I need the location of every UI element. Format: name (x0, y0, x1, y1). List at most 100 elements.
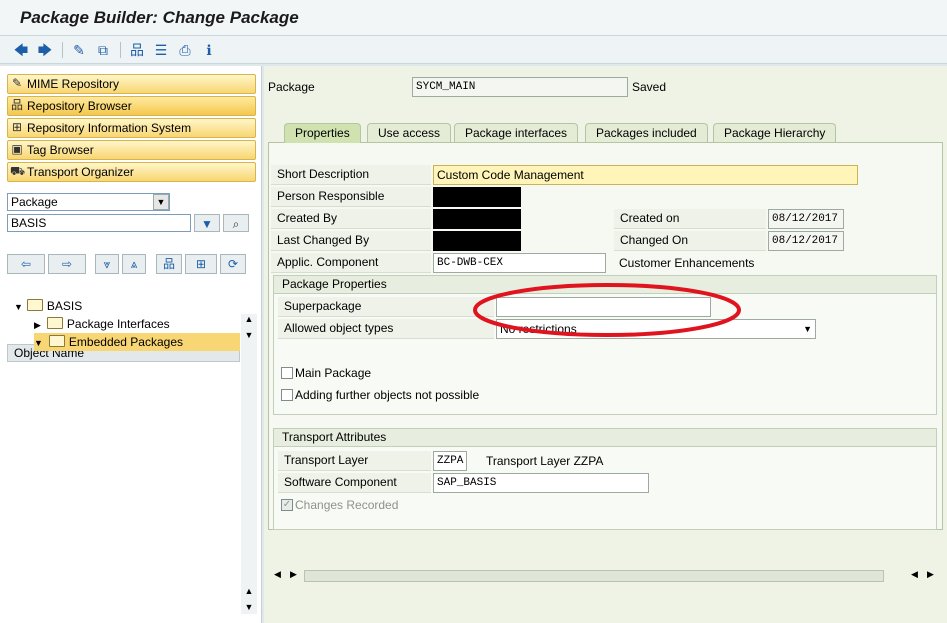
last-changed-by-field[interactable] (433, 231, 521, 251)
software-component-field[interactable]: SAP_BASIS (433, 473, 649, 493)
adding-objects-checkbox[interactable] (281, 389, 293, 401)
applic-component-description: Customer Enhancements (619, 256, 755, 270)
object-name-value: BASIS (11, 216, 47, 230)
scroll-down-icon[interactable]: ▼ (241, 602, 257, 612)
nav-label: Tag Browser (27, 143, 94, 157)
group-title: Transport Attributes (274, 429, 936, 447)
scroll-up-icon[interactable]: ▲ (241, 314, 257, 324)
transport-layer-field[interactable]: ZZPA (433, 451, 467, 471)
horizontal-scrollbar[interactable]: ◀ ▶ ◀ ▶ (268, 566, 943, 586)
nav-mime-repository[interactable]: ✎ MIME Repository (7, 74, 256, 94)
folder-icon (46, 317, 63, 329)
tree-vertical-scrollbar[interactable]: ▲ ▼ ▲ ▼ (241, 314, 257, 614)
nav-label: Repository Browser (27, 99, 132, 113)
other-object-icon[interactable]: ⧉ (94, 42, 112, 58)
annotation-ellipse-shape (473, 283, 741, 337)
changed-on-label: Changed On (614, 231, 766, 251)
folder-open-icon (48, 335, 65, 347)
scroll-down-icon[interactable]: ▼ (241, 330, 257, 340)
list-icon[interactable]: ☰ (152, 42, 170, 58)
package-status: Saved (632, 80, 667, 94)
refresh-icon[interactable]: ⟳ (220, 254, 246, 274)
changes-recorded-checkbox: ✓ (281, 499, 293, 511)
hierarchy-icon[interactable]: 品 (156, 254, 182, 274)
object-type-value: Package (11, 195, 58, 209)
display-settings-icon[interactable]: ⊞ (185, 254, 217, 274)
nav-repository-information-system[interactable]: ⊞ Repository Information System (7, 118, 256, 138)
scroll-up-icon[interactable]: ▲ (241, 586, 257, 596)
person-responsible-label: Person Responsible (271, 187, 431, 207)
tab-package-hierarchy[interactable]: Package Hierarchy (713, 123, 837, 143)
chevron-down-icon[interactable]: ▼ (153, 194, 169, 210)
toolbar-separator (62, 42, 63, 58)
tree-node-package-interfaces[interactable]: ▶ Package Interfaces (34, 315, 170, 333)
main-package-label: Main Package (295, 366, 372, 380)
tab-packages-included[interactable]: Packages included (585, 123, 708, 143)
info-icon[interactable]: ℹ (200, 42, 218, 58)
object-type-select[interactable]: Package ▼ (7, 193, 170, 211)
applic-component-field[interactable]: BC-DWB-CEX (433, 253, 606, 273)
nav-label: Repository Information System (27, 121, 192, 135)
allowed-object-types-label: Allowed object types (278, 319, 494, 339)
scroll-right-icon[interactable]: ▶ (927, 569, 934, 580)
created-on-field[interactable]: 08/12/2017 (768, 209, 844, 229)
applic-component-label: Applic. Component (271, 253, 431, 273)
triangle-right-icon[interactable]: ▶ (34, 320, 41, 330)
tree-node-embedded-packages[interactable]: ▼ Embedded Packages (34, 333, 240, 351)
tab-package-interfaces[interactable]: Package interfaces (454, 123, 579, 143)
adding-objects-label: Adding further objects not possible (295, 388, 480, 402)
nav-label: Transport Organizer (27, 165, 134, 179)
package-field[interactable]: SYCM_MAIN (412, 77, 628, 97)
changes-recorded-label: Changes Recorded (295, 498, 399, 512)
back-arrow-icon[interactable]: 🡄 (12, 42, 30, 58)
scroll-right-icon[interactable]: ▶ (290, 569, 297, 580)
annotation-ellipse (473, 283, 741, 337)
scroll-left-icon[interactable]: ◀ (911, 569, 918, 580)
triangle-down-icon[interactable]: ▼ (34, 338, 43, 348)
transport-layer-label: Transport Layer (278, 451, 431, 471)
nav-repository-browser[interactable]: 品 Repository Browser (7, 96, 256, 116)
package-label: Package (268, 80, 315, 94)
tab-properties[interactable]: Properties (284, 123, 361, 143)
created-by-field[interactable] (433, 209, 521, 229)
tag-icon: ▣ (11, 142, 23, 156)
created-by-label: Created By (271, 209, 431, 229)
changed-on-field[interactable]: 08/12/2017 (768, 231, 844, 251)
nav-label: MIME Repository (27, 77, 120, 91)
display-glasses-icon[interactable]: ⌕ (223, 214, 249, 232)
software-component-label: Software Component (278, 473, 431, 493)
tree-node-basis[interactable]: ▼ BASIS (14, 297, 82, 315)
expand-subtree-icon[interactable]: ⩔ (95, 254, 119, 274)
triangle-down-icon[interactable]: ▼ (14, 302, 23, 312)
collapse-subtree-icon[interactable]: ⩓ (122, 254, 146, 274)
object-name-dropdown-button[interactable]: ▼ (194, 214, 220, 232)
forward-arrow-icon[interactable]: 🡆 (36, 42, 54, 58)
printer-icon[interactable]: ⎙ (176, 42, 194, 58)
folder-open-icon (26, 299, 43, 311)
toolbar-separator (120, 42, 121, 58)
forward-nav-button[interactable]: ⇨ (48, 254, 86, 274)
title-bar: Package Builder: Change Package (0, 0, 947, 36)
hierarchy-icon[interactable]: 品 (128, 42, 146, 58)
scroll-thumb[interactable] (304, 570, 884, 582)
truck-icon: ⛟ (10, 164, 26, 178)
last-changed-by-label: Last Changed By (271, 231, 431, 251)
superpackage-label: Superpackage (278, 297, 494, 317)
edit-pencil-icon[interactable]: ✎ (70, 42, 88, 58)
created-on-label: Created on (614, 209, 766, 229)
person-responsible-field[interactable] (433, 187, 521, 207)
tree-node-label: Embedded Packages (68, 335, 183, 349)
back-nav-button[interactable]: ⇦ (7, 254, 45, 274)
chevron-down-icon[interactable]: ▼ (803, 320, 812, 338)
nav-transport-organizer[interactable]: ⛟ Transport Organizer (7, 162, 256, 182)
window-title: Package Builder: Change Package (20, 8, 299, 27)
scroll-left-icon[interactable]: ◀ (274, 569, 281, 580)
tree-node-label: Package Interfaces (66, 317, 170, 331)
short-description-field[interactable]: Custom Code Management (433, 165, 858, 185)
main-package-checkbox[interactable] (281, 367, 293, 379)
tree-node-label: BASIS (46, 299, 83, 313)
object-name-input[interactable]: BASIS (7, 214, 191, 232)
nav-tag-browser[interactable]: ▣ Tag Browser (7, 140, 256, 160)
short-description-label: Short Description (271, 165, 431, 185)
tab-use-access[interactable]: Use access (367, 123, 452, 143)
